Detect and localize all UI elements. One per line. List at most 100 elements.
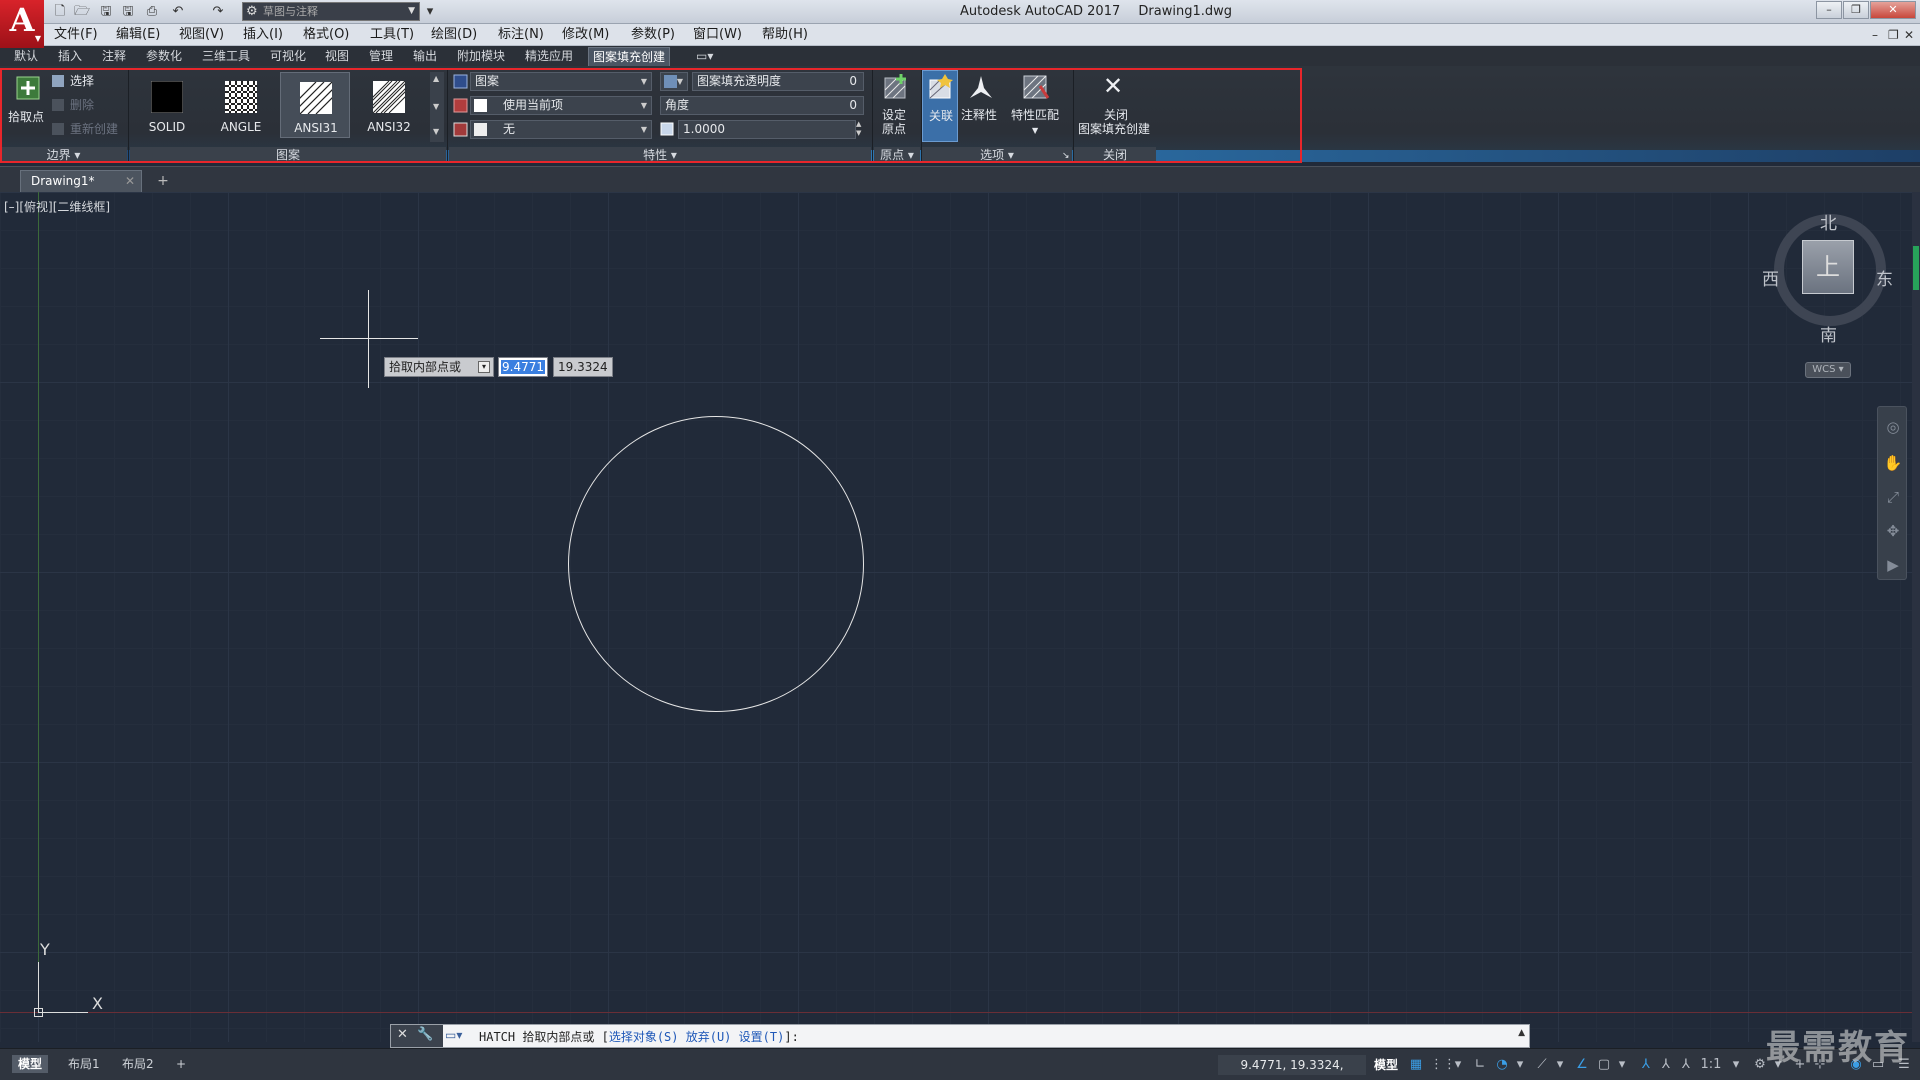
tab-hatch-creation[interactable]: 图案填充创建 — [588, 47, 671, 66]
doc-close-icon[interactable]: ✕ — [1904, 27, 1914, 43]
wcs-menu[interactable]: WCS ▾ — [1805, 362, 1851, 378]
expand-gallery-icon[interactable]: ▼ — [433, 127, 439, 136]
close-window-button[interactable]: ✕ — [1870, 1, 1916, 19]
tab-manage[interactable]: 管理 — [365, 47, 397, 66]
pan-hand-icon[interactable]: ✋ — [1883, 453, 1903, 473]
model-space-button[interactable]: 模型 — [1374, 1055, 1398, 1075]
customize-qa-icon[interactable]: ▾ — [420, 3, 440, 21]
viewcube-top-face[interactable]: 上 — [1802, 240, 1854, 294]
layout-tab-2[interactable]: 布局2 — [116, 1055, 160, 1073]
command-history-icon[interactable]: ▲ — [1518, 1028, 1525, 1038]
scroll-down-icon[interactable]: ▼ — [433, 102, 439, 111]
command-prompt-icon[interactable]: ▭▾ — [445, 1028, 462, 1042]
ortho-icon[interactable]: ∟ — [1472, 1056, 1488, 1074]
menu-draw[interactable]: 绘图(D) — [431, 27, 477, 43]
object-snap-icon[interactable]: ▢ — [1596, 1056, 1612, 1074]
doc-tab-drawing1[interactable]: Drawing1* ✕ — [20, 170, 142, 192]
menu-dimension[interactable]: 标注(N) — [498, 27, 544, 43]
circle-entity[interactable] — [568, 416, 864, 712]
tab-addins[interactable]: 附加模块 — [453, 47, 509, 66]
option-undo[interactable]: 放弃(U) — [686, 1030, 732, 1044]
menu-help[interactable]: 帮助(H) — [762, 27, 808, 43]
scale-dropdown-icon[interactable]: ▾ — [1728, 1056, 1744, 1074]
new-tab-plus-icon[interactable]: + — [152, 172, 174, 190]
annotation-visibility-icon[interactable]: ⅄ — [1638, 1056, 1654, 1074]
dynamic-input-y[interactable]: 19.3324 — [553, 357, 613, 377]
option-settings[interactable]: 设置(T) — [739, 1030, 785, 1044]
workspace-dropdown[interactable]: ⚙ 草图与注释 ▼ — [242, 2, 420, 21]
scrollbar-thumb[interactable] — [1913, 246, 1919, 290]
orbit-icon[interactable]: ✥ — [1883, 521, 1903, 541]
doc-restore-icon[interactable]: ❐ — [1888, 27, 1899, 43]
compass-west[interactable]: 西 — [1762, 265, 1779, 290]
drawing-canvas[interactable]: [–][俯视][二维线框] 拾取内部点或 ▾ 9.4771 19.3324 上 … — [0, 192, 1920, 1042]
associative-button[interactable]: 关联 — [922, 70, 958, 142]
menu-file[interactable]: 文件(F) — [54, 27, 98, 43]
maximize-button[interactable]: ❐ — [1843, 1, 1869, 19]
object-snap-tracking-icon[interactable]: ∠ — [1574, 1056, 1590, 1074]
print-icon[interactable]: ⎙ — [142, 3, 162, 21]
canvas-scrollbar[interactable] — [1912, 192, 1920, 1042]
hatch-type-dropdown[interactable]: 图案 ▼ — [470, 72, 652, 91]
autocad-logo[interactable]: A ▼ — [0, 0, 44, 48]
isodraft-icon[interactable]: ⟋ — [1534, 1056, 1550, 1074]
snap-dropdown-icon[interactable]: ▾ — [1450, 1056, 1466, 1074]
menu-format[interactable]: 格式(O) — [303, 27, 349, 43]
minimize-button[interactable]: – — [1816, 1, 1842, 19]
transparency-type-dropdown[interactable]: ▼ — [660, 72, 688, 91]
panel-title-boundary[interactable]: 边界 ▾ — [0, 147, 127, 163]
tab-annotate[interactable]: 注释 — [98, 47, 130, 66]
tab-parametric[interactable]: 参数化 — [142, 47, 186, 66]
layout-tab-1[interactable]: 布局1 — [62, 1055, 106, 1073]
set-origin-button[interactable]: 设定 原点 — [876, 72, 914, 142]
add-layout-plus-icon[interactable]: + — [170, 1055, 192, 1073]
menu-view[interactable]: 视图(V) — [179, 27, 224, 43]
panel-title-properties[interactable]: 特性 ▾ — [449, 147, 871, 163]
menu-insert[interactable]: 插入(I) — [243, 27, 283, 43]
scroll-up-icon[interactable]: ▲ — [433, 74, 439, 83]
menu-modify[interactable]: 修改(M) — [562, 27, 609, 43]
recreate-boundary-button[interactable]: 重新创建 — [52, 122, 118, 136]
grid-icon[interactable]: ▦ — [1408, 1056, 1424, 1074]
compass-north[interactable]: 北 — [1820, 209, 1837, 234]
viewport-controls[interactable]: [–][俯视][二维线框] — [4, 198, 110, 215]
zoom-extents-icon[interactable]: ⤢ — [1883, 487, 1903, 507]
tab-featured-apps[interactable]: 精选应用 — [521, 47, 577, 66]
polar-dropdown-icon[interactable]: ▾ — [1512, 1056, 1528, 1074]
isodraft-dropdown-icon[interactable]: ▾ — [1552, 1056, 1568, 1074]
menu-edit[interactable]: 编辑(E) — [116, 27, 160, 43]
remove-boundary-button[interactable]: 删除 — [52, 98, 94, 112]
select-objects-button[interactable]: 选择 — [52, 74, 94, 88]
hatch-color-dropdown[interactable]: 使用当前项 ▼ — [470, 96, 652, 115]
scale-spinner[interactable]: ▲ ▼ — [856, 120, 866, 139]
options-dialog-launcher-icon[interactable]: ↘ — [1062, 149, 1070, 163]
tab-3d-tools[interactable]: 三维工具 — [198, 47, 254, 66]
angle-field[interactable]: 角度 0 — [660, 96, 864, 115]
pattern-gallery-scroll[interactable]: ▲ ▼ ▼ — [430, 72, 444, 142]
annotative-button[interactable]: 注释性 — [960, 72, 1000, 142]
compass-east[interactable]: 东 — [1876, 265, 1893, 290]
pattern-angle[interactable]: ANGLE — [206, 72, 276, 138]
dynamic-input-x[interactable]: 9.4771 — [498, 357, 548, 377]
annotation-scale-value[interactable]: 1:1 — [1698, 1056, 1724, 1074]
redo-icon[interactable]: ↷ — [208, 3, 228, 21]
tab-output[interactable]: 输出 — [409, 47, 441, 66]
save-as-icon[interactable]: 🖫 — [118, 3, 138, 21]
undo-icon[interactable]: ↶ — [168, 3, 188, 21]
panel-title-options[interactable]: 选项 ▾ — [922, 147, 1072, 163]
open-file-icon[interactable]: 🗁 — [72, 3, 92, 21]
compass-south[interactable]: 南 — [1820, 321, 1837, 346]
close-icon[interactable]: ✕ — [125, 171, 135, 191]
close-icon[interactable]: ✕ — [397, 1027, 408, 1042]
tab-visualize[interactable]: 可视化 — [266, 47, 310, 66]
pick-point-button[interactable]: 拾取点 — [8, 74, 52, 126]
wrench-icon[interactable]: 🔧 — [417, 1027, 433, 1042]
close-hatch-creation-button[interactable]: ✕ 关闭 图案填充创建 — [1074, 72, 1156, 142]
pattern-solid[interactable]: SOLID — [132, 72, 202, 138]
prompt-options-icon[interactable]: ▾ — [478, 361, 490, 373]
doc-minimize-icon[interactable]: – — [1872, 27, 1878, 43]
snap-icon[interactable]: ⋮⋮ — [1430, 1056, 1456, 1074]
showmotion-icon[interactable]: ▶ — [1883, 555, 1903, 575]
steering-wheel-icon[interactable]: ◎ — [1883, 417, 1903, 437]
menu-window[interactable]: 窗口(W) — [693, 27, 742, 43]
